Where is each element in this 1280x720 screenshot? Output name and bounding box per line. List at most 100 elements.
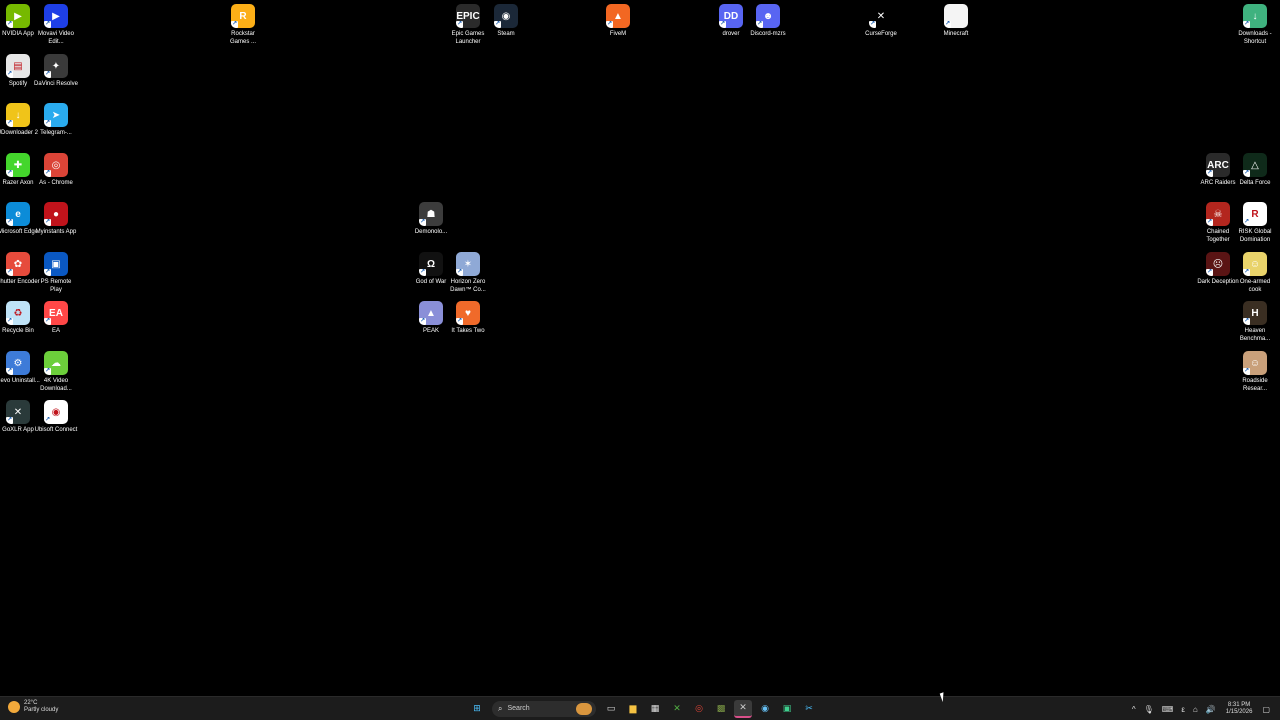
desktop-icon-ea[interactable]: EA ↗ EA xyxy=(34,297,78,345)
desktop-icon-downloads-folder[interactable]: ↓ ↗ Downloads - Shortcut xyxy=(1233,0,1277,48)
shortcut-arrow-icon: ↗ xyxy=(6,417,13,424)
razer-axon-icon: ✚ ↗ xyxy=(6,153,30,177)
icon-glyph: ▶ xyxy=(52,10,60,22)
desktop-icon-label: As - Chrome xyxy=(39,180,73,186)
desktop-icon-4k-video-downloader[interactable]: ☁ ↗ 4K Video Download... xyxy=(34,347,78,395)
shortcut-arrow-icon: ↗ xyxy=(6,120,13,127)
shortcut-arrow-icon: ↗ xyxy=(44,170,51,177)
desktop: ▶ ↗ NVIDIA App ▶ ↗ Movavi Video Edit... R ↗ Rock… xyxy=(0,0,1280,696)
davinci-resolve-icon: ✦ ↗ xyxy=(44,54,68,78)
icon-glyph: ✚ xyxy=(13,159,23,171)
recycle-bin-icon: ♻ ↗ xyxy=(6,301,30,325)
shortcut-arrow-icon: ↗ xyxy=(1243,21,1250,28)
desktop-icon-label: One-armed cook xyxy=(1239,279,1271,293)
icon-glyph: ▣ xyxy=(51,258,61,270)
icon-glyph: ARC xyxy=(1207,159,1229,171)
desktop-icon-ubisoft-connect[interactable]: ◉ ↗ Ubisoft Connect xyxy=(34,396,78,444)
shortcut-arrow-icon: ↗ xyxy=(756,21,763,28)
desktop-icon-steam[interactable]: ◉ ↗ Steam xyxy=(484,0,528,48)
shortcut-arrow-icon: ↗ xyxy=(6,170,13,177)
taskbar-task-view-icon[interactable]: ▭ xyxy=(602,700,620,718)
desktop-icon-label: Downloads - Shortcut xyxy=(1238,31,1272,45)
clock[interactable]: 8:31 PM 1/15/2026 xyxy=(1226,702,1253,716)
weather-sun-icon xyxy=(8,701,20,713)
desktop-icon-demonologist[interactable]: ☗ ↗ Demonolo... xyxy=(409,198,453,246)
taskbar-steam-icon[interactable]: ◉ xyxy=(756,700,774,718)
icon-glyph: ♥ xyxy=(465,307,471,319)
minecraft-file-icon: ↗ xyxy=(944,4,968,28)
notification-center-icon[interactable]: ▢ xyxy=(1262,705,1270,714)
shortcut-arrow-icon: ↗ xyxy=(456,21,463,28)
shortcut-arrow-icon: ↗ xyxy=(6,219,13,226)
taskbar-chrome-icon[interactable]: ◎ xyxy=(690,700,708,718)
taskbar-xbox-icon[interactable]: ✕ xyxy=(668,700,686,718)
desktop-icon-one-armed-cook[interactable]: ☺ ↗ One-armed cook xyxy=(1233,248,1277,296)
desktop-icon-fivem[interactable]: ▲ ↗ FiveM xyxy=(596,0,640,48)
microphone-icon[interactable]: 🎙 xyxy=(1144,705,1154,714)
rockstar-icon: R ↗ xyxy=(231,4,255,28)
desktop-icon-label: Horizon Zero Dawn™ Co... xyxy=(450,279,486,293)
peak-icon: ▲ ↗ xyxy=(419,301,443,325)
desktop-icon-discord[interactable]: ☻ ↗ Discord-mzrs xyxy=(746,0,790,48)
desktop-icon-risk[interactable]: R ↗ RISK Global Domination xyxy=(1233,198,1277,246)
desktop-icon-label: Heaven Benchma... xyxy=(1239,328,1271,342)
icon-glyph: ☺ xyxy=(1249,357,1261,369)
taskbar-microsoft-store-icon[interactable]: ▦ xyxy=(646,700,664,718)
tray-overflow-chevron-icon[interactable]: ^ xyxy=(1132,705,1136,714)
icon-glyph: ↓ xyxy=(1252,10,1258,22)
desktop-icon-rockstar[interactable]: R ↗ Rockstar Games ... xyxy=(221,0,265,48)
shortcut-arrow-icon: ↗ xyxy=(6,318,13,325)
taskbar-start-icon[interactable]: ⊞ xyxy=(468,700,486,718)
jdownloader-icon: ↓ ↗ xyxy=(6,103,30,127)
desktop-icon-label: 4K Video Download... xyxy=(40,378,72,392)
desktop-icon-davinci-resolve[interactable]: ✦ ↗ DaVinci Resolve xyxy=(34,50,78,98)
taskbar-snipping-tool-icon[interactable]: ✂ xyxy=(800,700,818,718)
taskbar-app-icon[interactable]: ▣ xyxy=(778,700,796,718)
desktop-icon-chrome[interactable]: ◎ ↗ As - Chrome xyxy=(34,149,78,197)
desktop-icon-it-takes-two[interactable]: ♥ ↗ It Takes Two xyxy=(446,297,490,345)
desktop-icon-myinstants[interactable]: ● ↗ Myinstants App xyxy=(34,198,78,246)
icon-glyph: ⚙ xyxy=(13,357,23,369)
desktop-icon-label: RISK Global Domination xyxy=(1238,229,1272,243)
desktop-icon-ps-remote-play[interactable]: ▣ ↗ PS Remote Play xyxy=(34,248,78,296)
ea-icon: EA ↗ xyxy=(44,301,68,325)
desktop-icon-horizon-zero-dawn[interactable]: ✶ ↗ Horizon Zero Dawn™ Co... xyxy=(446,248,490,296)
desktop-icon-label: Telegram-... xyxy=(40,130,72,136)
shortcut-arrow-icon: ↗ xyxy=(231,21,238,28)
keyboard-icon[interactable]: ⌨ xyxy=(1162,705,1174,714)
desktop-icon-movavi[interactable]: ▶ ↗ Movavi Video Edit... xyxy=(34,0,78,48)
icon-glyph: ▲ xyxy=(426,307,436,319)
icon-glyph: EA xyxy=(49,307,63,319)
desktop-icon-heaven-benchmark[interactable]: H ↗ Heaven Benchma... xyxy=(1233,297,1277,345)
taskbar-minecraft-launcher-icon[interactable]: ▩ xyxy=(712,700,730,718)
volume-icon[interactable]: 🔊 xyxy=(1206,705,1216,714)
input-method-icon[interactable]: ε xyxy=(1181,705,1185,714)
weather-widget[interactable]: 22°C Partly cloudy xyxy=(8,700,58,714)
desktop-icon-label: Myinstants App xyxy=(35,229,77,235)
shortcut-arrow-icon: ↗ xyxy=(6,269,13,276)
shortcut-arrow-icon: ↗ xyxy=(1243,219,1250,226)
desktop-icon-minecraft-file[interactable]: ↗ Minecraft xyxy=(934,0,978,48)
desktop-icon-telegram[interactable]: ➤ ↗ Telegram-... xyxy=(34,99,78,147)
icon-glyph: ✶ xyxy=(463,258,473,270)
arc-raiders-icon: ARC ↗ xyxy=(1206,153,1230,177)
desktop-icon-label: DaVinci Resolve xyxy=(34,81,78,87)
it-takes-two-icon: ♥ ↗ xyxy=(456,301,480,325)
desktop-icon-curseforge[interactable]: ✕ ↗ CurseForge xyxy=(859,0,903,48)
icon-glyph: △ xyxy=(1251,159,1259,171)
shortcut-arrow-icon: ↗ xyxy=(6,368,13,375)
desktop-icon-roadside-research[interactable]: ☺ ↗ Roadside Resear... xyxy=(1233,347,1277,395)
search-box[interactable]: ⌕ Search xyxy=(492,700,596,717)
icon-glyph: ☁ xyxy=(51,357,61,369)
taskbar-goxlr-icon[interactable]: ✕ xyxy=(734,699,752,718)
shortcut-arrow-icon: ↗ xyxy=(456,318,463,325)
icon-glyph: R xyxy=(239,10,247,22)
icon-glyph: DD xyxy=(723,10,739,22)
network-icon[interactable]: ⌂ xyxy=(1193,705,1198,714)
desktop-icon-label: CurseForge xyxy=(865,31,897,37)
taskbar-file-explorer-icon[interactable]: ▆ xyxy=(624,700,642,718)
dark-deception-icon: ☹ ↗ xyxy=(1206,252,1230,276)
desktop-icon-label: It Takes Two xyxy=(451,328,485,334)
shortcut-arrow-icon: ↗ xyxy=(606,21,613,28)
desktop-icon-delta-force[interactable]: △ ↗ Delta Force xyxy=(1233,149,1277,197)
